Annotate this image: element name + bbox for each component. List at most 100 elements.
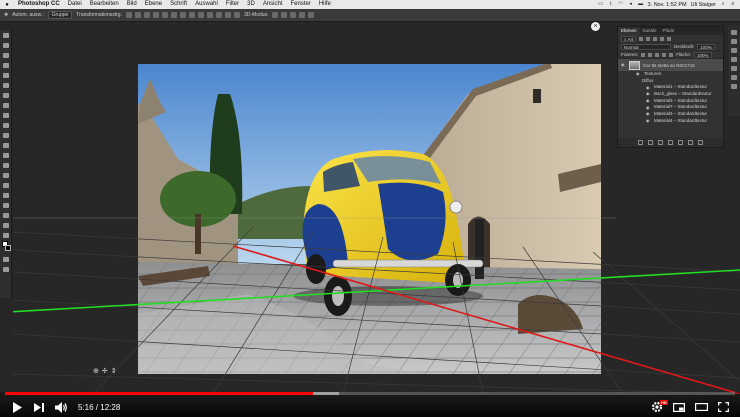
layer-mask-icon[interactable] <box>658 140 663 145</box>
spotlight-search-icon[interactable]: ⌕ <box>720 2 726 7</box>
3d-pan-gizmo-icon[interactable]: ✢ <box>102 367 108 375</box>
gradient-tool[interactable] <box>0 140 12 150</box>
link-layers-icon[interactable] <box>638 140 643 145</box>
3d-panel-icon[interactable] <box>731 57 737 62</box>
adjustment-layer-icon[interactable] <box>668 140 673 145</box>
move-tool[interactable] <box>0 30 12 40</box>
volume-icon[interactable]: ◂ <box>628 2 634 7</box>
next-button[interactable] <box>28 397 50 417</box>
lock-pixels-icon[interactable] <box>641 52 646 57</box>
menu-ansicht[interactable]: Ansicht <box>259 0 287 9</box>
zoom-tool[interactable] <box>0 220 12 230</box>
align-icon[interactable] <box>188 12 195 18</box>
brush-tool[interactable] <box>0 100 12 110</box>
menu-fenster[interactable]: Fenster <box>287 0 315 9</box>
settings-button[interactable]: HD <box>646 397 668 417</box>
align-icon[interactable] <box>215 12 222 18</box>
quick-mask-button[interactable] <box>0 254 12 264</box>
3d-roll-icon[interactable] <box>281 12 288 18</box>
menu-bearbeiten[interactable]: Bearbeiten <box>86 0 123 9</box>
menu-schrift[interactable]: Schrift <box>166 0 191 9</box>
libraries-panel-icon[interactable] <box>731 66 737 71</box>
lock-paint-icon[interactable] <box>648 52 653 57</box>
eye-icon[interactable]: ◉ <box>646 112 651 116</box>
extra-tools[interactable] <box>0 230 12 240</box>
align-icon[interactable] <box>206 12 213 18</box>
scene-image[interactable] <box>138 64 601 374</box>
transform-controls-label[interactable]: Transformationsstrg. <box>76 12 122 18</box>
layer-filter-dropdown[interactable]: ⌕ Art <box>621 35 637 42</box>
blur-tool[interactable] <box>0 150 12 160</box>
3d-slide-icon[interactable] <box>299 12 306 18</box>
type-tool[interactable] <box>0 180 12 190</box>
lock-position-icon[interactable] <box>655 52 660 57</box>
auto-select-dropdown[interactable]: Gruppe <box>47 11 73 19</box>
tab-pfade[interactable]: Pfade <box>660 27 678 35</box>
fullscreen-button[interactable] <box>712 397 734 417</box>
material-row[interactable]: ◉ Material4 – Standardtextur <box>618 118 723 125</box>
align-icon[interactable] <box>233 12 240 18</box>
material-row[interactable]: ◉ Material7 – Standardtextur <box>618 104 723 111</box>
eyedropper-tool[interactable] <box>0 80 12 90</box>
material-row[interactable]: ◉ Material1 – Standardtextur <box>618 84 723 91</box>
material-row[interactable]: ◉ Back_glass – Standardtextur <box>618 91 723 98</box>
menubar-clock[interactable]: 3. Nov. 1:52 PM <box>648 2 687 8</box>
new-group-icon[interactable] <box>678 140 683 145</box>
quick-select-tool[interactable] <box>0 60 12 70</box>
align-icon[interactable] <box>161 12 168 18</box>
menu-filter[interactable]: Filter <box>222 0 243 9</box>
stamp-tool[interactable] <box>0 110 12 120</box>
align-icon[interactable] <box>143 12 150 18</box>
menu-bild[interactable]: Bild <box>123 0 141 9</box>
volume-button[interactable] <box>50 397 72 417</box>
eye-icon[interactable]: ◉ <box>646 105 651 110</box>
align-icon[interactable] <box>224 12 231 18</box>
menu-ebene[interactable]: Ebene <box>141 0 166 9</box>
filter-shape-icon[interactable] <box>660 36 665 41</box>
paragraph-panel-icon[interactable] <box>731 84 737 89</box>
menu-auswahl[interactable]: Auswahl <box>191 0 222 9</box>
layer-style-icon[interactable] <box>648 140 653 145</box>
trash-icon[interactable] <box>698 140 703 145</box>
color-swatches[interactable] <box>0 240 11 254</box>
tab-kanaele[interactable]: Kanäle <box>640 27 660 35</box>
filter-type-icon[interactable] <box>653 36 658 41</box>
dodge-tool[interactable] <box>0 160 12 170</box>
lock-all-icon[interactable] <box>669 52 674 57</box>
material-row[interactable]: ◉ Material3 – Standardtextur <box>618 98 723 105</box>
screen-mode-button[interactable] <box>0 264 12 274</box>
path-select-tool[interactable] <box>0 190 12 200</box>
material-row[interactable]: ◉ Material3 – Standardtextur <box>618 111 723 118</box>
history-panel-icon[interactable] <box>731 30 737 35</box>
menu-datei[interactable]: Datei <box>64 0 86 9</box>
menu-hilfe[interactable]: Hilfe <box>315 0 335 9</box>
crop-tool[interactable] <box>0 70 12 80</box>
menu-app-name[interactable]: Photoshop CC <box>14 0 64 9</box>
3d-orbit-gizmo-icon[interactable]: ⊕ <box>93 367 99 375</box>
battery-icon[interactable]: ▬ <box>638 2 644 7</box>
filter-adjust-icon[interactable] <box>646 36 651 41</box>
eye-icon[interactable]: ◉ <box>636 72 641 76</box>
3d-gizmo[interactable]: ⊕ ✢ ⇕ <box>93 367 117 375</box>
layer-name[interactable]: Car 56 Isetta as NS01715 <box>643 63 695 68</box>
wifi-icon[interactable]: ◠ <box>618 2 624 7</box>
pen-tool[interactable] <box>0 170 12 180</box>
3d-scale-icon[interactable] <box>308 12 315 18</box>
align-icon[interactable] <box>134 12 141 18</box>
shape-tool[interactable] <box>0 200 12 210</box>
lock-artboard-icon[interactable] <box>662 52 667 57</box>
healing-tool[interactable] <box>0 90 12 100</box>
properties-panel-icon[interactable] <box>731 39 737 44</box>
textures-row[interactable]: ◉ Texturen <box>618 71 723 78</box>
eye-icon[interactable]: ◉ <box>646 99 651 103</box>
bluetooth-icon[interactable]: ᛒ <box>608 2 614 7</box>
miniplayer-button[interactable] <box>668 397 690 417</box>
eye-icon[interactable]: ◉ <box>646 119 651 123</box>
move-tool-icon[interactable]: ✥ <box>4 12 8 18</box>
blend-mode-dropdown[interactable]: Normal <box>621 43 671 50</box>
progress-bar[interactable] <box>5 392 735 395</box>
document-canvas[interactable] <box>138 64 601 374</box>
adjustments-panel-icon[interactable] <box>731 48 737 53</box>
diffuse-row[interactable]: Diffus <box>618 78 723 85</box>
eraser-tool[interactable] <box>0 130 12 140</box>
